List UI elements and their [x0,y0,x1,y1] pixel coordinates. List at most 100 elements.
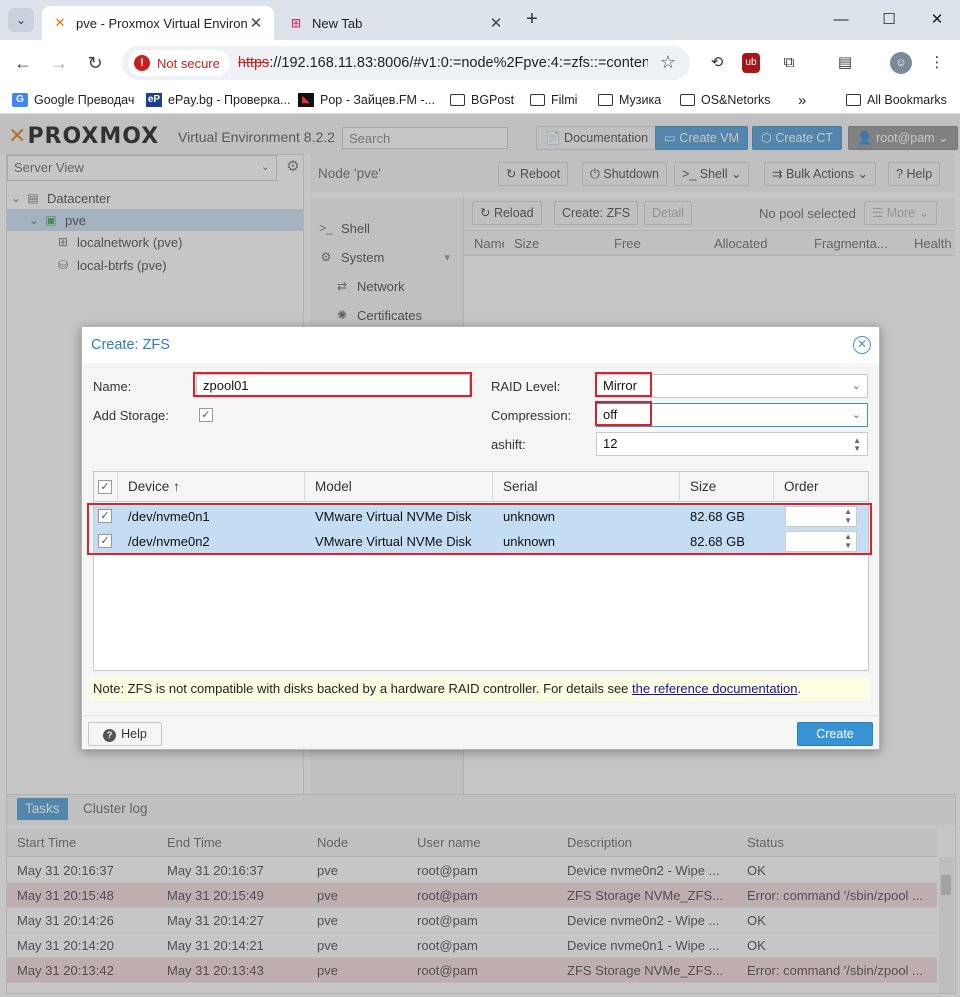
select-all-column[interactable]: ✓ [94,472,118,502]
reference-docs-link[interactable]: the reference documentation [632,681,798,696]
dialog-title: Create: ZFS [91,337,170,353]
disk-row[interactable]: ✓ /dev/nvme0n1 VMware Virtual NVMe Disk … [94,504,868,529]
add-storage-checkbox[interactable]: ✓ [199,408,213,422]
bookmark-label: ePay.bg - Проверка... [168,93,291,107]
create-zfs-dialog: Create: ZFS ✕ Name: zpool01 Add Storage:… [81,326,880,750]
help-icon: ? [103,729,117,742]
extension-sync-icon[interactable]: ⟲ [706,52,728,74]
tab-new-tab[interactable]: ⊞ New Tab ✕ [278,6,514,40]
dialog-help-button[interactable]: ? Help [88,722,162,746]
newtab-icon: ⊞ [290,16,302,30]
column-header-order[interactable]: Order [774,472,868,502]
bookmark-item[interactable]: eP ePay.bg - Проверка... [146,90,290,110]
address-toolbar: ← → ↻ ! Not secure https://192.168.11.83… [0,40,960,86]
proxmox-icon: ✕ [54,15,66,30]
tab-proxmox[interactable]: ✕ pve - Proxmox Virtual Environm ✕ [42,6,274,40]
bookmark-folder[interactable]: Filmi [530,90,577,110]
create-button[interactable]: Create [797,722,873,746]
warning-icon: ! [134,55,150,71]
chevron-down-icon: ⌄ [851,409,861,421]
omnibox[interactable]: ! Not secure https://192.168.11.83:8006/… [122,46,690,80]
disk-row-checkbox[interactable]: ✓ [98,509,112,523]
tab-title: pve - Proxmox Virtual Environm [76,15,248,31]
tab-search-menu[interactable]: ⌄ [8,8,34,32]
column-header-size[interactable]: Size [680,472,774,502]
ublock-icon[interactable]: ub [742,53,760,73]
all-bookmarks-button[interactable]: All Bookmarks [846,90,947,110]
zfs-raid-note: Note: ZFS is not compatible with disks b… [89,677,870,701]
dialog-body: Name: zpool01 Add Storage: ✓ RAID Level:… [82,363,879,715]
back-icon[interactable]: ← [10,50,36,76]
bookmark-label: Pop - Зайцев.FM -... [320,93,436,107]
bookmark-folder[interactable]: BGPost [450,90,514,110]
reload-icon[interactable]: ↻ [82,50,108,76]
column-header-device[interactable]: Device ↑ [118,472,305,502]
not-secure-chip[interactable]: ! Not secure [128,50,230,76]
new-tab-button[interactable]: + [520,8,544,32]
bookmark-item[interactable]: G Google Преводач [12,90,134,110]
column-header-serial[interactable]: Serial [493,472,680,502]
select-all-checkbox[interactable]: ✓ [98,480,112,494]
bookmark-label: Filmi [551,93,578,107]
folder-icon [450,94,465,106]
name-label: Name: [93,379,132,394]
bookmark-folder[interactable]: Музика [598,90,661,110]
raid-level-label: RAID Level: [491,379,561,394]
reading-list-icon[interactable]: ▤ [834,52,856,74]
google-translate-icon: G [12,93,28,107]
bookmark-label: All Bookmarks [867,93,947,107]
raid-level-select[interactable]: Mirror ⌄ [596,374,868,398]
disk-row-checkbox[interactable]: ✓ [98,534,112,548]
column-header-model[interactable]: Model [305,472,493,502]
spinner-arrows-icon[interactable]: ▲ ▼ [853,437,861,453]
bookmark-label: Музика [619,93,662,107]
close-window-icon[interactable]: ✕ [922,8,952,32]
browser-menu-icon[interactable]: ⋮ [926,52,948,74]
epay-icon: eP [146,93,162,107]
url-text[interactable]: https://192.168.11.83:8006/#v1:0:=node%2… [238,55,648,71]
extensions-puzzle-icon[interactable]: ⧉ [778,52,800,74]
bookmarks-bar: G Google Преводач eP ePay.bg - Проверка.… [0,86,960,114]
disk-row[interactable]: ✓ /dev/nvme0n2 VMware Virtual NVMe Disk … [94,529,868,554]
spinner-arrows-icon: ▲ ▼ [844,532,852,550]
url-rest: ://192.168.11.83:8006/#v1:0:=node%2Fpve:… [269,55,648,71]
tab-title: New Tab [312,15,363,31]
folder-icon [530,94,545,106]
folder-icon [846,94,861,106]
disk-selection-grid: ✓ Device ↑ Model Serial Size Order ✓ /de… [93,471,869,671]
browser-tabstrip: ⌄ ✕ pve - Proxmox Virtual Environm ✕ ⊞ N… [0,0,960,40]
raid-level-value: Mirror [603,378,637,393]
compression-select[interactable]: off ⌄ [596,403,868,427]
bookmark-item[interactable]: ◣ Pop - Зайцев.FM -... [298,90,435,110]
bookmarks-overflow-button[interactable]: » [798,90,806,110]
url-protocol: https [237,55,270,71]
dialog-footer: ? Help Create [82,715,879,749]
bookmark-folder[interactable]: OS&Netorks [680,90,770,110]
maximize-icon[interactable]: ☐ [874,8,904,32]
ashift-spinner[interactable]: 12 ▲ ▼ [596,432,868,456]
bookmark-label: Google Преводач [34,93,135,107]
forward-icon[interactable]: → [46,50,72,76]
profile-avatar[interactable]: ☺ [890,52,912,74]
bookmark-label: BGPost [471,93,515,107]
add-storage-label: Add Storage: [93,408,169,423]
folder-icon [598,94,613,106]
bookmark-label: OS&Netorks [701,93,771,107]
folder-icon [680,94,695,106]
not-secure-label: Not secure [157,55,220,71]
ashift-label: ashift: [491,437,526,452]
bookmark-star-icon[interactable]: ☆ [660,52,676,73]
chevron-down-icon: ⌄ [851,380,861,392]
close-dialog-icon[interactable]: ✕ [853,336,871,354]
disk-grid-header: ✓ Device ↑ Model Serial Size Order [94,472,868,502]
close-tab-icon[interactable]: ✕ [488,14,504,32]
name-input[interactable]: zpool01 [196,374,470,398]
close-tab-icon[interactable]: ✕ [248,14,264,32]
order-spinner[interactable]: ▲ ▼ [785,506,857,527]
compression-value: off [603,407,618,422]
order-spinner[interactable]: ▲ ▼ [785,531,857,552]
sort-asc-icon: ↑ [173,479,180,494]
minimize-icon[interactable]: — [826,8,856,32]
spinner-arrows-icon: ▲ ▼ [844,507,852,525]
compression-label: Compression: [491,408,572,423]
